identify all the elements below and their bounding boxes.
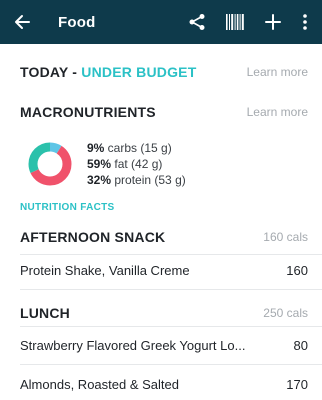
food-item-name: Strawberry Flavored Greek Yogurt Lo... — [20, 337, 246, 353]
more-options-button[interactable] — [292, 0, 318, 44]
plus-icon — [265, 14, 281, 30]
meal-header-afternoon-snack: AFTERNOON SNACK 160 cals — [0, 226, 322, 248]
food-item-cals: 160 — [286, 262, 308, 278]
macronutrients-title: MACRONUTRIENTS — [20, 104, 156, 120]
today-status: TODAY - UNDER BUDGET — [20, 64, 196, 80]
divider — [20, 289, 322, 290]
macro-fat: 59% fat (42 g) — [87, 156, 186, 172]
macronutrients-header: MACRONUTRIENTS Learn more — [0, 102, 322, 122]
nutrition-facts-link[interactable]: NUTRITION FACTS — [0, 202, 322, 216]
macronutrient-donut-chart — [28, 142, 72, 186]
food-item-cals: 170 — [286, 376, 308, 392]
food-item-row[interactable]: Protein Shake, Vanilla Creme 160 — [0, 258, 322, 282]
back-arrow-icon — [15, 15, 30, 29]
carbs-percent: 9% — [87, 141, 105, 155]
fat-percent: 59% — [87, 157, 112, 171]
divider — [20, 326, 322, 327]
food-item-row[interactable]: Almonds, Roasted & Salted 170 — [0, 372, 322, 396]
share-button[interactable] — [178, 0, 216, 44]
page-title: Food — [58, 13, 96, 31]
divider — [20, 364, 322, 365]
macronutrient-list: 9% carbs (15 g) 59% fat (42 g) 32% prote… — [87, 140, 186, 188]
more-vert-icon — [303, 14, 307, 30]
food-item-cals: 80 — [293, 337, 308, 353]
barcode-button[interactable] — [216, 0, 254, 44]
today-status-row: TODAY - UNDER BUDGET Learn more — [0, 62, 322, 82]
food-item-name: Almonds, Roasted & Salted — [20, 376, 179, 392]
meal-title: LUNCH — [20, 305, 70, 321]
food-item-name: Protein Shake, Vanilla Creme — [20, 262, 190, 278]
share-icon — [189, 14, 205, 30]
back-button[interactable] — [0, 0, 44, 44]
macro-protein: 32% protein (53 g) — [87, 172, 186, 188]
today-learn-more-link[interactable]: Learn more — [247, 65, 308, 79]
meal-cals: 250 cals — [263, 306, 308, 320]
meal-header-lunch: LUNCH 250 cals — [0, 302, 322, 324]
food-item-row[interactable]: Strawberry Flavored Greek Yogurt Lo... 8… — [0, 333, 322, 357]
macros-learn-more-link[interactable]: Learn more — [247, 105, 308, 119]
protein-percent: 32% — [87, 173, 112, 187]
protein-text: protein (53 g) — [111, 173, 186, 187]
meal-title: AFTERNOON SNACK — [20, 229, 166, 245]
fat-text: fat (42 g) — [111, 157, 163, 171]
app-bar: Food — [0, 0, 322, 44]
carbs-text: carbs (15 g) — [104, 141, 172, 155]
divider — [20, 254, 322, 255]
macro-carbs: 9% carbs (15 g) — [87, 140, 186, 156]
barcode-icon — [226, 14, 244, 30]
budget-status: UNDER BUDGET — [81, 64, 197, 80]
meal-cals: 160 cals — [263, 230, 308, 244]
today-label: TODAY - — [20, 64, 82, 80]
add-button[interactable] — [254, 0, 292, 44]
